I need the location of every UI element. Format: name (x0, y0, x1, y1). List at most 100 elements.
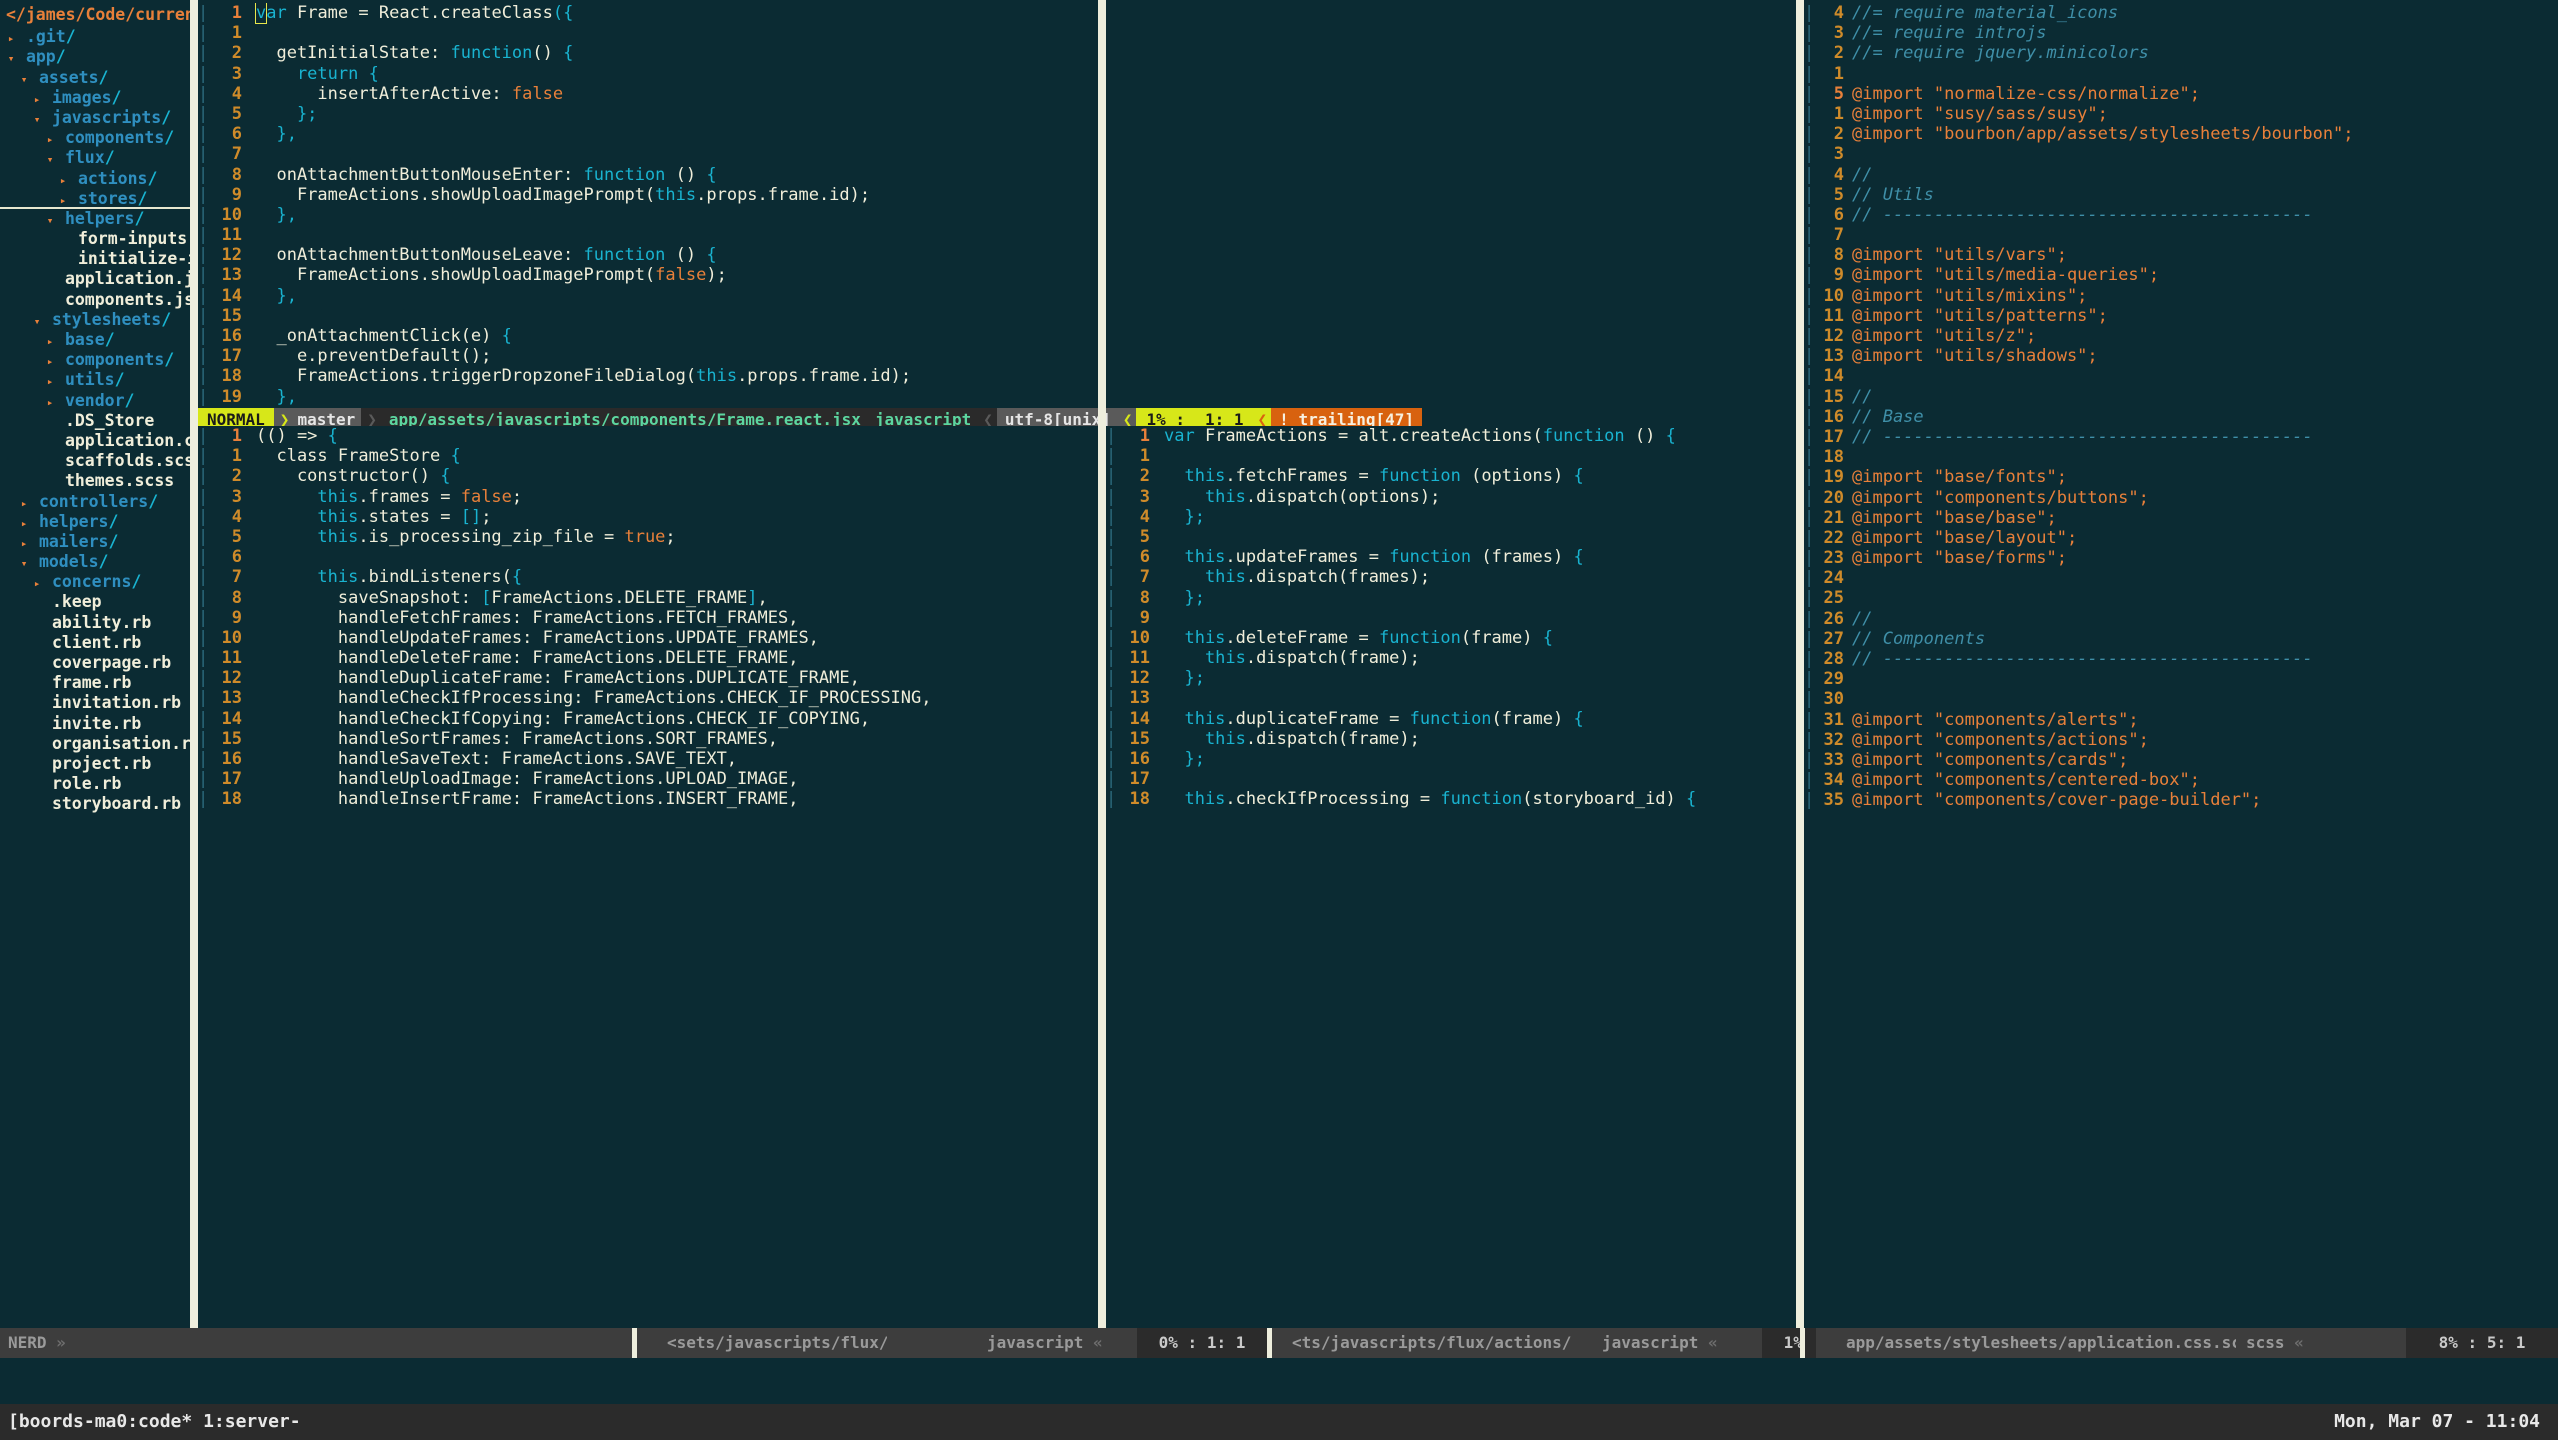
tree-file-item[interactable]: organisation.rb (0, 734, 190, 754)
tree-dir-item[interactable]: ▸ stores/ (0, 189, 190, 209)
tree-file-item[interactable]: ability.rb (0, 613, 190, 633)
code-line[interactable]: | 22 @import "base/layout"; (1804, 528, 2558, 548)
code-line[interactable]: | 12 }; (1106, 668, 1796, 688)
tree-dir-item[interactable]: ▸ controllers/ (0, 492, 190, 512)
code-line[interactable]: | 16 }; (1106, 749, 1796, 769)
tree-file-item[interactable]: application.js (0, 269, 190, 289)
code-line[interactable]: | 16 _onAttachmentClick(e) { (198, 326, 1098, 346)
tree-file-item[interactable]: role.rb (0, 774, 190, 794)
tree-dir-item[interactable]: ▾ javascripts/ (0, 108, 190, 128)
code-line[interactable]: | 13 @import "utils/shadows"; (1804, 346, 2558, 366)
tmux-seg-stylesheet-file[interactable]: app/assets/stylesheets/application.css.s… (1816, 1328, 2260, 1358)
code-line[interactable]: | 18 (1804, 447, 2558, 467)
tree-dir-item[interactable]: ▸ helpers/ (0, 512, 190, 532)
code-line[interactable]: | 29 (1804, 669, 2558, 689)
tree-file-item[interactable]: themes.scss (0, 471, 190, 491)
code-line[interactable]: | 11 this.dispatch(frame); (1106, 648, 1796, 668)
tree-dir-item[interactable]: ▸ base/ (0, 330, 190, 350)
code-line[interactable]: | 26 // (1804, 609, 2558, 629)
code-line[interactable]: | 27 // Components (1804, 629, 2558, 649)
editor-pane-frame-actions[interactable]: | 1 var FrameActions = alt.createActions(f… (1106, 426, 1796, 1328)
code-line[interactable]: | 23 @import "base/forms"; (1804, 548, 2558, 568)
tree-dir-item[interactable]: ▸ utils/ (0, 370, 190, 390)
code-line[interactable]: | 21 @import "base/base"; (1804, 508, 2558, 528)
tree-file-item[interactable]: frame.rb (0, 673, 190, 693)
code-line[interactable]: | 10 handleUpdateFrames: FrameActions.UPD… (198, 628, 1098, 648)
code-line[interactable]: | 17 (1106, 769, 1796, 789)
code-line[interactable]: | 16 // Base (1804, 407, 2558, 427)
code-line[interactable]: | 13 (1106, 688, 1796, 708)
tree-file-item[interactable]: .keep (0, 592, 190, 612)
editor-pane-middle-top[interactable] (1106, 3, 1796, 408)
code-line[interactable]: | 12 onAttachmentButtonMouseLeave: functi… (198, 245, 1098, 265)
tree-dir-item[interactable]: ▾ app/ (0, 47, 190, 67)
tree-dir-item[interactable]: ▸ actions/ (0, 169, 190, 189)
code-line[interactable]: | 8 onAttachmentButtonMouseEnter: functio… (198, 165, 1098, 185)
code-line[interactable]: | 4 // (1804, 165, 2558, 185)
code-line[interactable]: | 3 return { (198, 64, 1098, 84)
code-line[interactable]: | 20 @import "components/buttons"; (1804, 488, 2558, 508)
editor-pane-stylesheet[interactable]: | 4//= require material_icons | 3//= requir… (1804, 3, 2558, 1328)
tree-dir-item[interactable]: ▸ mailers/ (0, 532, 190, 552)
code-line[interactable]: | 28 // ----------------------------------… (1804, 649, 2558, 669)
code-line[interactable]: | 3 this.frames = false; (198, 487, 1098, 507)
code-line[interactable]: | 10 this.deleteFrame = function(frame) { (1106, 628, 1796, 648)
code-line[interactable]: | 3 this.dispatch(options); (1106, 487, 1796, 507)
code-line[interactable]: | 10 @import "utils/mixins"; (1804, 286, 2558, 306)
editor-pane-frame-react[interactable]: | 1 var Frame = React.createClass({| 1 | 2 ge… (198, 3, 1098, 408)
code-line[interactable]: | 9 FrameActions.showUploadImagePrompt(th… (198, 185, 1098, 205)
code-line[interactable]: | 7 (1804, 225, 2558, 245)
tree-file-item[interactable]: components.js (0, 290, 190, 310)
code-line[interactable]: | 13 handleCheckIfProcessing: FrameAction… (198, 688, 1098, 708)
code-line[interactable]: | 1 var Frame = React.createClass({ (198, 3, 1098, 24)
tree-file-item[interactable]: application.css.scss (0, 431, 190, 451)
code-line[interactable]: | 4 }; (1106, 507, 1796, 527)
code-line[interactable]: | 6 (198, 547, 1098, 567)
code-line[interactable]: | 6 // -----------------------------------… (1804, 205, 2558, 225)
code-line[interactable]: | 15 this.dispatch(frame); (1106, 729, 1796, 749)
code-line[interactable]: | 9 (1106, 608, 1796, 628)
code-line[interactable]: | 3 //= require introjs (1804, 23, 2558, 43)
code-line[interactable]: | 6 this.updateFrames = function (frames)… (1106, 547, 1796, 567)
code-line[interactable]: | 35 @import "components/cover-page-builde… (1804, 790, 2558, 810)
code-line[interactable]: | 1 (1804, 64, 2558, 84)
code-line[interactable]: | 7 this.dispatch(frames); (1106, 567, 1796, 587)
code-line[interactable]: | 14 }, (198, 286, 1098, 306)
tree-dir-item[interactable]: ▾ assets/ (0, 68, 190, 88)
code-line[interactable]: | 6 }, (198, 124, 1098, 144)
tree-dir-item[interactable]: ▾ flux/ (0, 148, 190, 168)
code-line[interactable]: | 1 (198, 23, 1098, 43)
tree-file-item[interactable]: form-inputs.js (0, 229, 190, 249)
code-line[interactable]: | 31 @import "components/alerts"; (1804, 710, 2558, 730)
tree-file-item[interactable]: client.rb (0, 633, 190, 653)
tree-file-item[interactable]: .DS_Store (0, 411, 190, 431)
tree-dir-item[interactable]: ▾ stylesheets/ (0, 310, 190, 330)
code-line[interactable]: | 4 insertAfterActive: false (198, 84, 1098, 104)
code-line[interactable]: | 4 //= require material_icons (1804, 3, 2558, 23)
code-line[interactable]: | 14 handleCheckIfCopying: FrameActions.C… (198, 709, 1098, 729)
code-line[interactable]: | 3 (1804, 144, 2558, 164)
code-line[interactable]: | 8 }; (1106, 588, 1796, 608)
tree-dir-item[interactable]: ▸ components/ (0, 350, 190, 370)
code-line[interactable]: | 5 @import "normalize-css/normalize"; (1804, 84, 2558, 104)
code-line[interactable]: | 17 e.preventDefault(); (198, 346, 1098, 366)
tree-file-item[interactable]: coverpage.rb (0, 653, 190, 673)
tree-dir-item[interactable]: ▸ concerns/ (0, 572, 190, 592)
tmux-seg-frame-actions-file[interactable]: <ts/javascripts/flux/actions/frame.jsx (1272, 1328, 1658, 1358)
code-line[interactable]: | 18 handleInsertFrame: FrameActions.INSE… (198, 789, 1098, 809)
code-line[interactable]: | 1 @import "susy/sass/susy"; (1804, 104, 2558, 124)
tree-dir-item[interactable]: ▸ components/ (0, 128, 190, 148)
code-line[interactable]: | 34 @import "components/centered-box"; (1804, 770, 2558, 790)
code-line[interactable]: | 9 handleFetchFrames: FrameActions.FETCH… (198, 608, 1098, 628)
tree-dir-item[interactable]: ▾ models/ (0, 552, 190, 572)
pane-separator-left-lower[interactable] (190, 432, 198, 1328)
tree-file-item[interactable]: invitation.rb (0, 693, 190, 713)
editor-pane-frame-store[interactable]: | 1 (() => {| 1 class FrameStore {| 2 constr… (198, 426, 1098, 1328)
tmux-seg-frame-actions-ft[interactable]: javascript « (1572, 1328, 1762, 1358)
code-line[interactable]: | 11 (198, 225, 1098, 245)
tree-dir-item[interactable]: ▸ vendor/ (0, 391, 190, 411)
tmux-seg-frame-store-file[interactable]: <sets/javascripts/flux/stores/frame.jsx (637, 1328, 1043, 1358)
tree-dir-item[interactable]: ▸ images/ (0, 88, 190, 108)
code-line[interactable]: | 15 handleSortFrames: FrameActions.SORT_… (198, 729, 1098, 749)
tmux-seg-stylesheet-ft[interactable]: scss « (2236, 1328, 2406, 1358)
